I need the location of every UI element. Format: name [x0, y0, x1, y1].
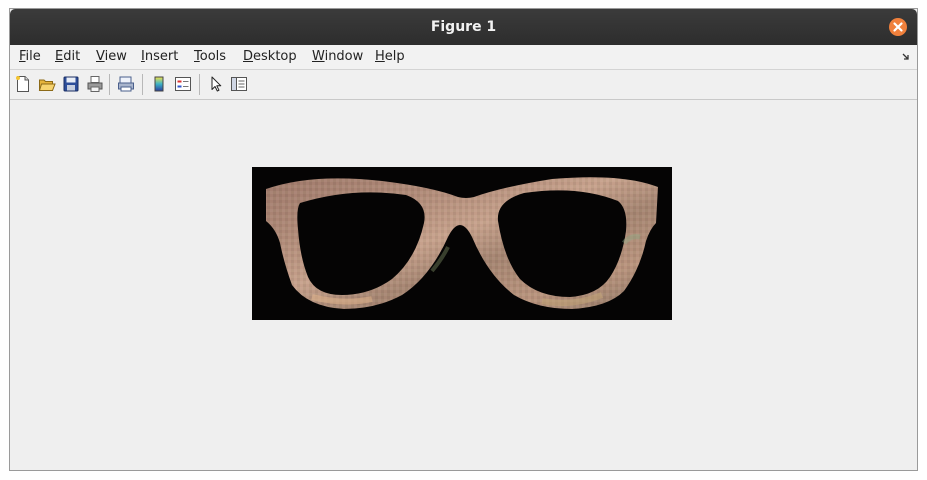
- insert-colorbar-icon: [154, 76, 164, 92]
- link-plot-button[interactable]: [117, 75, 135, 93]
- save-button[interactable]: [62, 75, 80, 93]
- open-file-icon: [38, 79, 56, 91]
- toolbar-separator: [199, 74, 200, 95]
- insert-colorbar-button[interactable]: [150, 75, 168, 93]
- dock-arrow-icon[interactable]: [901, 52, 911, 62]
- figure-window: Figure 1 File Edit View Insert Tools Des…: [9, 8, 918, 471]
- insert-legend-icon: [175, 77, 191, 91]
- figure-canvas[interactable]: [10, 100, 917, 470]
- open-file-button[interactable]: [38, 75, 56, 93]
- print-icon: [87, 76, 103, 92]
- toolbar-separator: [109, 74, 110, 95]
- menu-file[interactable]: File: [19, 45, 41, 69]
- menu-view[interactable]: View: [96, 45, 127, 69]
- glasses-image: [252, 167, 672, 320]
- menu-window[interactable]: Window: [312, 45, 363, 69]
- print-button[interactable]: [86, 75, 104, 93]
- menu-help[interactable]: Help: [375, 45, 405, 69]
- link-plot-icon: [118, 76, 134, 92]
- insert-legend-button[interactable]: [174, 75, 192, 93]
- property-inspector-icon: [231, 77, 247, 91]
- image-axes[interactable]: [252, 167, 672, 320]
- title-bar[interactable]: Figure 1: [10, 9, 917, 45]
- save-icon: [63, 76, 79, 92]
- new-figure-icon: [16, 76, 29, 92]
- menu-bar: File Edit View Insert Tools Desktop Wind…: [10, 45, 917, 70]
- figure-toolbar: [10, 70, 917, 100]
- menu-edit[interactable]: Edit: [55, 45, 80, 69]
- close-icon: [893, 22, 903, 32]
- edit-plot-arrow-icon: [211, 76, 222, 92]
- property-inspector-button[interactable]: [230, 75, 248, 93]
- toolbar-separator: [142, 74, 143, 95]
- menu-tools[interactable]: Tools: [194, 45, 226, 69]
- new-figure-button[interactable]: [14, 75, 32, 93]
- menu-desktop[interactable]: Desktop: [243, 45, 297, 69]
- window-title: Figure 1: [430, 19, 497, 35]
- edit-plot-button[interactable]: [207, 75, 225, 93]
- menu-insert[interactable]: Insert: [141, 45, 178, 69]
- close-button[interactable]: [889, 18, 907, 36]
